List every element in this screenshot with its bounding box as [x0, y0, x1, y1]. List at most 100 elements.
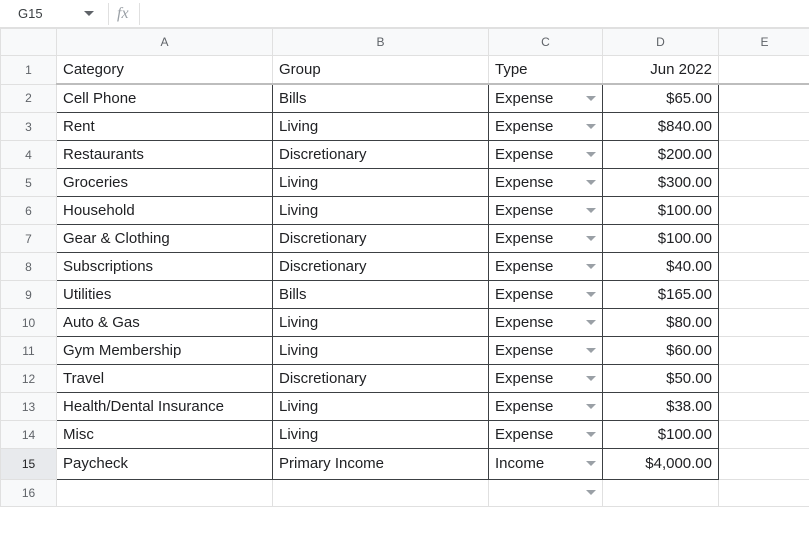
cell-category[interactable]: Misc — [57, 421, 273, 449]
type-dropdown-cell[interactable]: Expense — [489, 421, 603, 449]
type-dropdown-cell[interactable]: Expense — [489, 141, 603, 169]
cell-amount[interactable]: $65.00 — [603, 84, 719, 113]
type-dropdown-cell[interactable]: Expense — [489, 225, 603, 253]
empty-cell[interactable] — [719, 169, 809, 197]
empty-cell[interactable] — [603, 480, 719, 507]
row-header[interactable]: 4 — [1, 141, 57, 169]
row-header[interactable]: 2 — [1, 84, 57, 113]
row-header[interactable]: 9 — [1, 281, 57, 309]
header-type[interactable]: Type — [489, 56, 603, 85]
cell-amount[interactable]: $38.00 — [603, 393, 719, 421]
empty-cell[interactable] — [719, 253, 809, 281]
cell-category[interactable]: Groceries — [57, 169, 273, 197]
type-dropdown-cell[interactable]: Expense — [489, 309, 603, 337]
cell-amount[interactable]: $40.00 — [603, 253, 719, 281]
cell-group[interactable]: Living — [273, 169, 489, 197]
cell-category[interactable]: Utilities — [57, 281, 273, 309]
chevron-down-icon[interactable] — [586, 432, 596, 438]
empty-cell[interactable] — [719, 337, 809, 365]
header-month[interactable]: Jun 2022 — [603, 56, 719, 85]
cell-group[interactable]: Living — [273, 113, 489, 141]
cell-group[interactable]: Living — [273, 197, 489, 225]
cell-amount[interactable]: $100.00 — [603, 421, 719, 449]
chevron-down-icon[interactable] — [586, 320, 596, 326]
cell-amount[interactable]: $840.00 — [603, 113, 719, 141]
row-header[interactable]: 1 — [1, 56, 57, 85]
cell-amount[interactable]: $200.00 — [603, 141, 719, 169]
type-dropdown-cell[interactable]: Expense — [489, 197, 603, 225]
cell-category[interactable]: Auto & Gas — [57, 309, 273, 337]
cell-amount[interactable]: $300.00 — [603, 169, 719, 197]
cell-category[interactable]: Restaurants — [57, 141, 273, 169]
cell-category[interactable]: Travel — [57, 365, 273, 393]
empty-cell[interactable] — [719, 225, 809, 253]
chevron-down-icon[interactable] — [586, 292, 596, 298]
cell-category[interactable]: Health/Dental Insurance — [57, 393, 273, 421]
cell-group[interactable]: Living — [273, 337, 489, 365]
chevron-down-icon[interactable] — [586, 461, 596, 467]
cell-amount[interactable]: $50.00 — [603, 365, 719, 393]
cell-category[interactable]: Gear & Clothing — [57, 225, 273, 253]
type-dropdown-cell[interactable]: Expense — [489, 84, 603, 113]
cell-group[interactable]: Living — [273, 421, 489, 449]
chevron-down-icon[interactable] — [586, 152, 596, 158]
cell-category[interactable]: Gym Membership — [57, 337, 273, 365]
formula-input[interactable] — [152, 3, 805, 25]
col-header-A[interactable]: A — [57, 29, 273, 56]
cell-category[interactable]: Cell Phone — [57, 84, 273, 113]
row-header[interactable]: 13 — [1, 393, 57, 421]
cell-group[interactable]: Discretionary — [273, 141, 489, 169]
row-header[interactable]: 8 — [1, 253, 57, 281]
empty-cell[interactable] — [719, 84, 809, 113]
empty-cell[interactable] — [719, 421, 809, 449]
chevron-down-icon[interactable] — [586, 376, 596, 382]
empty-cell[interactable] — [719, 113, 809, 141]
cell-amount[interactable]: $165.00 — [603, 281, 719, 309]
type-dropdown-cell[interactable]: Expense — [489, 393, 603, 421]
cell-category[interactable]: Household — [57, 197, 273, 225]
col-header-B[interactable]: B — [273, 29, 489, 56]
cell-group[interactable]: Discretionary — [273, 225, 489, 253]
cell-amount[interactable]: $80.00 — [603, 309, 719, 337]
select-all-corner[interactable] — [1, 29, 57, 56]
col-header-C[interactable]: C — [489, 29, 603, 56]
header-group[interactable]: Group — [273, 56, 489, 85]
chevron-down-icon[interactable] — [586, 236, 596, 242]
cell-group[interactable]: Living — [273, 393, 489, 421]
cell-amount[interactable]: $60.00 — [603, 337, 719, 365]
row-header[interactable]: 15 — [1, 449, 57, 480]
empty-cell[interactable] — [719, 56, 809, 85]
cell-group[interactable]: Bills — [273, 84, 489, 113]
empty-cell[interactable] — [719, 480, 809, 507]
chevron-down-icon[interactable] — [586, 404, 596, 410]
cell-category[interactable]: Rent — [57, 113, 273, 141]
empty-cell[interactable] — [719, 197, 809, 225]
empty-cell[interactable] — [273, 480, 489, 507]
cell-group[interactable]: Living — [273, 309, 489, 337]
chevron-down-icon[interactable] — [586, 490, 596, 496]
chevron-down-icon[interactable] — [586, 264, 596, 270]
row-header[interactable]: 11 — [1, 337, 57, 365]
chevron-down-icon[interactable] — [586, 124, 596, 130]
empty-cell[interactable] — [719, 393, 809, 421]
name-box[interactable]: G15 — [12, 3, 96, 25]
chevron-down-icon[interactable] — [84, 11, 94, 17]
chevron-down-icon[interactable] — [586, 348, 596, 354]
col-header-D[interactable]: D — [603, 29, 719, 56]
chevron-down-icon[interactable] — [586, 180, 596, 186]
type-dropdown-cell[interactable]: Expense — [489, 169, 603, 197]
col-header-E[interactable]: E — [719, 29, 809, 56]
row-header[interactable]: 3 — [1, 113, 57, 141]
row-header[interactable]: 16 — [1, 480, 57, 507]
type-dropdown-cell[interactable]: Expense — [489, 113, 603, 141]
row-header[interactable]: 5 — [1, 169, 57, 197]
empty-cell[interactable] — [719, 281, 809, 309]
type-dropdown-cell[interactable]: Expense — [489, 253, 603, 281]
row-header[interactable]: 10 — [1, 309, 57, 337]
cell-group[interactable]: Discretionary — [273, 365, 489, 393]
empty-cell[interactable] — [719, 449, 809, 480]
cell-category[interactable]: Paycheck — [57, 449, 273, 480]
cell-amount[interactable]: $100.00 — [603, 225, 719, 253]
row-header[interactable]: 7 — [1, 225, 57, 253]
type-dropdown-cell[interactable] — [489, 480, 603, 507]
